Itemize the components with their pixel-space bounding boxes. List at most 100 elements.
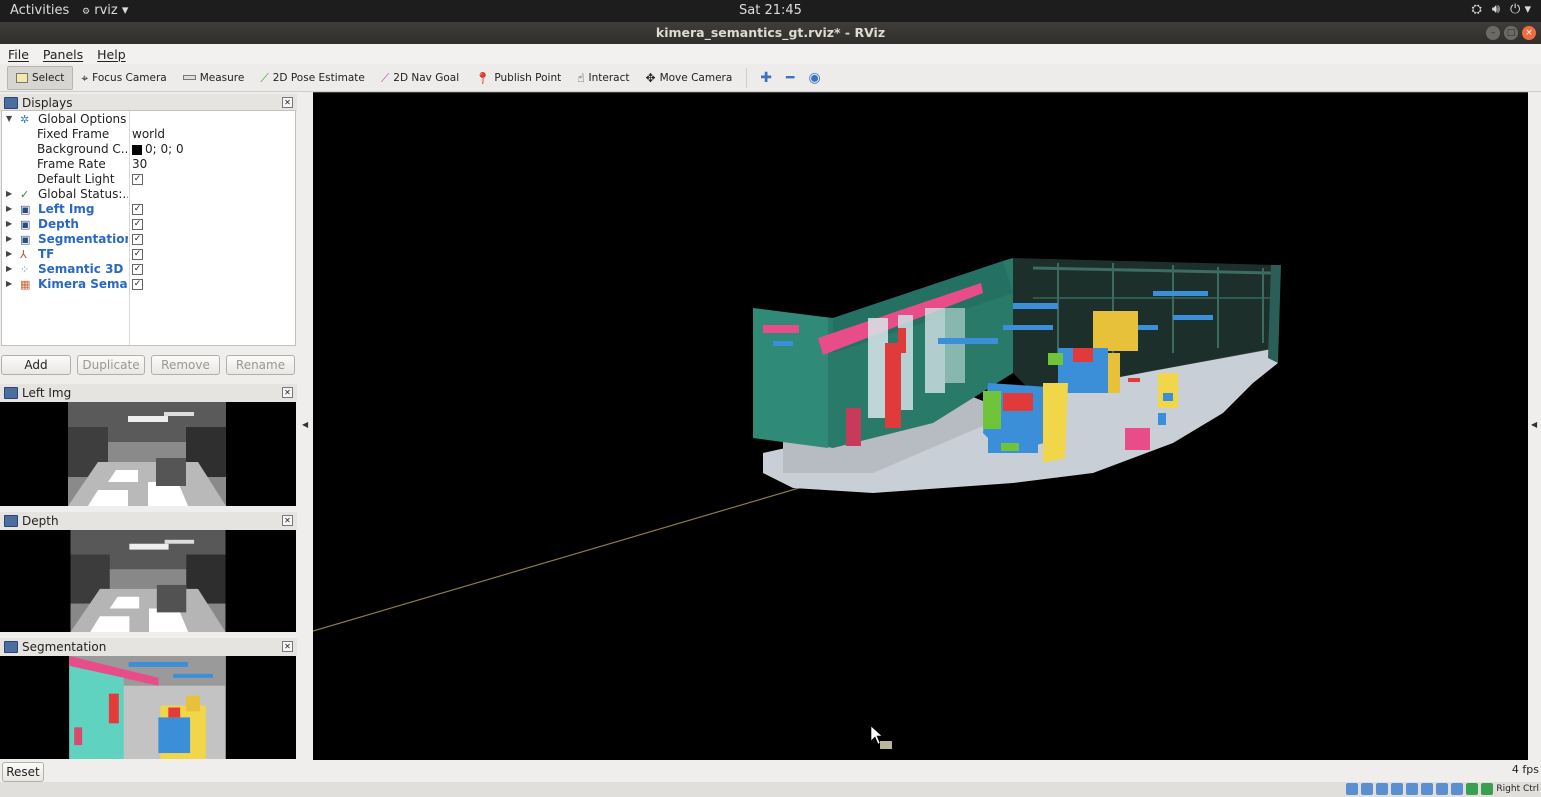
audio-icon[interactable] [1376,783,1389,795]
expand-arrow-icon[interactable]: ▶ [6,279,12,288]
display-enabled-checkbox[interactable]: ✓ [132,234,143,245]
reset-button[interactable]: Reset [2,762,44,782]
clock[interactable]: Sat 21:45 [0,3,1541,18]
collapse-left-icon[interactable]: ◀ [302,420,308,429]
render-3d-view[interactable] [313,93,1528,760]
hand-icon: ☝ [577,70,585,85]
close-icon[interactable]: ✕ [282,641,293,652]
close-icon[interactable]: ✕ [282,387,293,398]
interact-button[interactable]: ☝ Interact [569,66,637,90]
display-enabled-checkbox[interactable]: ✓ [132,219,143,230]
display-enabled-checkbox[interactable]: ✓ [132,204,143,215]
tf-axes-icon: ⅄ [20,248,27,261]
shared-folder-icon[interactable] [1421,783,1434,795]
publish-point-button[interactable]: 📍︎ Publish Point [467,66,569,90]
tree-row-left-img[interactable]: ▶ ▣ Left Img ✓ [2,202,295,217]
video-capture-icon[interactable] [1451,783,1464,795]
tree-row-global-options[interactable]: ▼ ✲ Global Options [2,112,295,127]
tree-row-global-status[interactable]: ▶ ✓ Global Status:... [2,187,295,202]
tree-row-semantic-3d[interactable]: ▶ ⁘ Semantic 3D ... ✓ [2,262,295,277]
usb-icon[interactable] [1406,783,1419,795]
left-img-panel-header[interactable]: Left Img ✕ [0,384,297,402]
marker-icon: ▦ [20,278,31,291]
add-tool-button[interactable]: ✚ [753,66,779,90]
mouse-integration-icon[interactable] [1481,783,1494,795]
nav-goal-button[interactable]: ⟋ 2D Nav Goal [373,66,467,90]
network-icon[interactable]: ⛭ [1471,2,1481,17]
tree-row-fixed-frame[interactable]: Fixed Frame world [2,127,295,142]
window-title: kimera_semantics_gt.rviz* - RViz [655,25,886,40]
display-item-label: Semantic 3D ... [38,262,128,276]
menu-file[interactable]: File [8,47,29,62]
app-menu[interactable]: ⚙ rviz ▾ [82,3,128,18]
menu-help[interactable]: Help [97,47,126,62]
move-camera-label: Move Camera [659,71,733,84]
menu-panels[interactable]: Panels [43,47,83,62]
expand-arrow-icon[interactable]: ▶ [6,249,12,258]
tree-row-default-light[interactable]: Default Light ✓ [2,172,295,187]
hard-disk-icon[interactable] [1346,783,1359,795]
semantic-point-cloud[interactable] [313,93,1528,760]
rename-button[interactable]: Rename [226,355,295,375]
expand-arrow-icon[interactable]: ▶ [6,219,12,228]
close-icon[interactable]: ✕ [282,97,293,108]
expand-arrow-icon[interactable]: ▶ [6,264,12,273]
depth-panel-header[interactable]: Depth ✕ [0,512,297,530]
volume-icon[interactable]: 🔊︎ [1492,2,1500,17]
fixed-frame-value[interactable]: world [132,127,165,141]
maximize-icon[interactable]: □ [1504,26,1518,40]
select-tool-button[interactable]: Select [7,65,74,90]
view-options-button[interactable]: ◉ [801,66,827,90]
default-light-checkbox[interactable]: ✓ [132,174,143,185]
green-arrow-icon: ⟋ [260,70,269,85]
crosshair-icon: ⌖ [81,70,89,85]
display-enabled-checkbox[interactable]: ✓ [132,279,143,290]
focus-camera-button[interactable]: ⌖ Focus Camera [73,66,174,90]
move-camera-button[interactable]: ✥ Move Camera [638,66,741,90]
activities-button[interactable]: Activities [10,3,69,18]
tree-row-segmentation[interactable]: ▶ ▣ Segmentation ✓ [2,232,295,247]
displays-tree: ▼ ✲ Global Options Fixed Frame world Bac… [1,110,296,346]
duplicate-button[interactable]: Duplicate [77,355,145,375]
expand-arrow-icon[interactable]: ▶ [6,204,12,213]
right-splitter[interactable]: ◀ [1528,92,1541,760]
expand-arrow-icon[interactable]: ▼ [6,114,12,123]
add-button[interactable]: Add [1,355,71,375]
tree-row-kimera-semantics[interactable]: ▶ ▦ Kimera Sema... ✓ [2,277,295,292]
measure-button[interactable]: Measure [175,66,253,90]
expand-arrow-icon[interactable]: ▶ [6,189,12,198]
expand-arrow-icon[interactable]: ▶ [6,234,12,243]
window-title-bar[interactable]: kimera_semantics_gt.rviz* - RViz – □ × [0,22,1541,44]
close-icon[interactable]: × [1522,26,1536,40]
background-color-value-wrap[interactable]: 0; 0; 0 [132,142,184,156]
depth-panel-title: Depth [22,514,59,528]
system-tray[interactable]: ⛭ 🔊︎ ⏻ ▾ [1471,2,1531,17]
magenta-arrow-icon: ⟋ [380,70,390,85]
remove-tool-button[interactable]: ━ [779,66,801,90]
optical-drive-icon[interactable] [1361,783,1374,795]
image-display-icon: ▣ [20,218,31,231]
segmentation-panel-header[interactable]: Segmentation ✕ [0,638,297,656]
background-color-label: Background C... [37,142,127,156]
pose-estimate-button[interactable]: ⟋ 2D Pose Estimate [252,66,373,90]
tree-row-tf[interactable]: ▶ ⅄ TF ✓ [2,247,295,262]
cpu-icon[interactable] [1466,783,1479,795]
display-item-label: Kimera Sema... [38,277,128,291]
tree-row-depth[interactable]: ▶ ▣ Depth ✓ [2,217,295,232]
display-enabled-checkbox[interactable]: ✓ [132,264,143,275]
display-enabled-checkbox[interactable]: ✓ [132,249,143,260]
minimize-icon[interactable]: – [1486,26,1500,40]
close-icon[interactable]: ✕ [282,515,293,526]
display-icon[interactable] [1436,783,1449,795]
remove-button[interactable]: Remove [151,355,220,375]
power-icon[interactable]: ⏻ ▾ [1510,2,1531,17]
left-splitter[interactable]: ◀ [297,92,313,760]
network-adapter-icon[interactable] [1391,783,1404,795]
segmentation-view [0,656,296,759]
tree-row-background-color[interactable]: Background C... 0; 0; 0 [2,142,295,157]
rviz-app-icon: ⚙ [82,7,91,17]
tree-row-frame-rate[interactable]: Frame Rate 30 [2,157,295,172]
frame-rate-value[interactable]: 30 [132,157,147,171]
collapse-right-icon[interactable]: ◀ [1531,420,1537,429]
displays-button-row: Add Duplicate Remove Rename [1,355,295,375]
